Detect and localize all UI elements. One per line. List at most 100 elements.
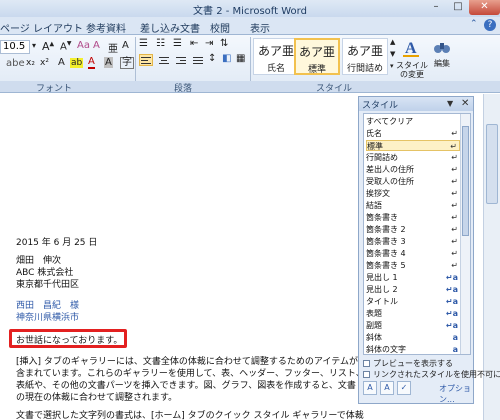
style-list-item-label: タイトル: [366, 297, 398, 306]
edit-button[interactable]: 編集: [434, 58, 450, 69]
style-list-item[interactable]: 結語 ↵: [366, 200, 460, 211]
style-type-icon: ↵a: [445, 309, 458, 318]
strikethrough-icon[interactable]: abe: [6, 58, 25, 69]
style-type-icon: ↵: [451, 189, 458, 198]
style-list-item[interactable]: 斜体 a: [366, 332, 460, 343]
style-list-item[interactable]: 副題 ↵a: [366, 320, 460, 331]
close-icon[interactable]: ✕: [461, 98, 469, 109]
ribbon-minimize-icon[interactable]: ⌃: [470, 19, 478, 29]
style-list-item[interactable]: 箇条書き 4 ↵: [366, 248, 460, 259]
style-type-icon: ↵: [450, 142, 457, 151]
bullets-icon[interactable]: ☰: [139, 38, 148, 49]
linked-label: リンクされたスタイルを使用不可にする: [373, 370, 500, 379]
decrease-indent-icon[interactable]: ⇤: [190, 38, 198, 49]
phonetic-guide-icon[interactable]: Aa: [77, 40, 90, 51]
style-inspector-icon[interactable]: A: [380, 381, 394, 395]
manage-styles-icon[interactable]: ✓: [397, 381, 411, 395]
enclose-char-icon[interactable]: 字: [120, 57, 134, 69]
letter-date: 2015 年 6 月 25 日: [16, 238, 98, 248]
style-list-item-label: 行間詰め: [366, 153, 398, 162]
close-button[interactable]: ✕: [469, 0, 500, 15]
style-list-item[interactable]: 行間詰め ↵: [366, 152, 460, 163]
style-type-icon: ↵: [451, 201, 458, 210]
maximize-button[interactable]: □: [447, 0, 469, 15]
style-list-item[interactable]: 氏名 ↵: [366, 128, 460, 139]
justify-icon[interactable]: [192, 55, 204, 66]
style-list-item[interactable]: 標準 ↵: [366, 140, 460, 151]
pane-menu-icon[interactable]: ▼: [447, 99, 453, 108]
style-list-item-label: 見出し 2: [366, 285, 398, 294]
superscript-icon[interactable]: x²: [40, 58, 49, 68]
char-border-icon[interactable]: A: [122, 40, 129, 51]
char-shading-icon[interactable]: 亜: [108, 40, 118, 55]
shrink-font-icon[interactable]: A▼: [60, 40, 71, 52]
font-size-field[interactable]: 10.5: [0, 40, 30, 54]
style-list-item[interactable]: すべてクリア: [366, 116, 460, 127]
change-styles-icon[interactable]: A: [400, 37, 422, 59]
align-center-icon[interactable]: [158, 55, 170, 66]
align-right-icon[interactable]: [175, 55, 187, 66]
style-list-item[interactable]: 受取人の住所 ↵: [366, 176, 460, 187]
subscript-icon[interactable]: x₂: [26, 58, 35, 68]
style-type-icon: ↵: [451, 249, 458, 258]
font-color-icon[interactable]: A: [88, 57, 95, 69]
tab-references[interactable]: 参考資料: [86, 20, 126, 35]
borders-icon[interactable]: ▦: [236, 53, 245, 64]
style-list-item[interactable]: 箇条書き 2 ↵: [366, 224, 460, 235]
help-icon[interactable]: ?: [484, 19, 496, 31]
linked-checkbox[interactable]: [363, 371, 370, 378]
clear-formatting-icon[interactable]: A: [93, 40, 100, 51]
style-tile-normal[interactable]: あア亜 標準: [294, 38, 340, 75]
numbering-icon[interactable]: ☷: [156, 38, 165, 49]
increase-indent-icon[interactable]: ⇥: [205, 38, 213, 49]
style-list-item[interactable]: 差出人の住所 ↵: [366, 164, 460, 175]
line-spacing-icon[interactable]: ↕: [208, 53, 216, 64]
minimize-button[interactable]: –: [425, 0, 447, 15]
options-link[interactable]: オプション...: [439, 383, 473, 405]
styles-list-scrollbar[interactable]: [460, 114, 470, 354]
styles-list[interactable]: すべてクリア 氏名 ↵ 標準 ↵ 行間詰め ↵ 差出人の住所 ↵ 受取人の住所 ↵ 挨拶文 ↵ 結語 ↵ 箇条…: [363, 113, 471, 355]
binoculars-icon[interactable]: [433, 38, 451, 56]
style-list-item[interactable]: 表題 ↵a: [366, 308, 460, 319]
linked-checkbox-row[interactable]: リンクされたスタイルを使用不可にする: [363, 369, 500, 380]
tab-view[interactable]: 表示: [250, 20, 270, 35]
style-list-item[interactable]: 見出し 1 ↵a: [366, 272, 460, 283]
sort-icon[interactable]: ⇅: [220, 38, 228, 49]
grow-font-icon[interactable]: A▲: [42, 40, 54, 53]
group-label-paragraph: 段落: [174, 84, 193, 94]
style-list-item[interactable]: 箇条書き ↵: [366, 212, 460, 223]
preview-checkbox[interactable]: [363, 360, 370, 367]
style-list-item[interactable]: 挨拶文 ↵: [366, 188, 460, 199]
style-type-icon: ↵a: [445, 273, 458, 282]
style-type-icon: ↵: [451, 225, 458, 234]
new-style-icon[interactable]: A: [363, 381, 377, 395]
scrollbar-thumb[interactable]: [462, 126, 469, 236]
style-tile-name[interactable]: あア亜 氏名: [253, 38, 299, 75]
styles-scroll-down-icon[interactable]: ▼: [390, 50, 395, 58]
group-label-font: フォント: [36, 84, 73, 94]
text-effects-icon[interactable]: A: [58, 57, 65, 68]
style-tile-no-spacing[interactable]: あア亜 行間詰め: [342, 38, 388, 75]
style-type-icon: ↵: [451, 213, 458, 222]
font-size-dropdown-icon[interactable]: ▾: [32, 41, 36, 50]
styles-pane-header[interactable]: スタイル ▼ ✕: [359, 97, 473, 111]
scrollbar-thumb[interactable]: [486, 124, 498, 204]
multilevel-list-icon[interactable]: ☰: [173, 38, 182, 49]
style-list-item-label: 挨拶文: [366, 189, 390, 198]
tab-mailings[interactable]: 差し込み文書: [140, 20, 200, 35]
style-list-item[interactable]: 斜体の文字 a: [366, 344, 460, 354]
style-list-item[interactable]: 箇条書き 3 ↵: [366, 236, 460, 247]
tab-review[interactable]: 校閲: [210, 20, 230, 35]
change-styles-button[interactable]: スタイルの変更: [394, 61, 430, 79]
char-shading-gray-icon[interactable]: A: [104, 57, 113, 68]
style-list-item[interactable]: タイトル ↵a: [366, 296, 460, 307]
shading-icon[interactable]: ◧: [222, 53, 231, 64]
style-list-item[interactable]: 箇条書き 5 ↵: [366, 260, 460, 271]
highlight-icon[interactable]: ab: [70, 58, 84, 68]
styles-scroll-up-icon[interactable]: ▲: [390, 38, 395, 46]
style-list-item-label: すべてクリア: [366, 117, 414, 126]
preview-checkbox-row[interactable]: プレビューを表示する: [363, 358, 453, 369]
styles-more-icon[interactable]: ▾: [390, 62, 394, 70]
style-list-item[interactable]: 見出し 2 ↵a: [366, 284, 460, 295]
tab-page-layout[interactable]: ページ レイアウト: [0, 20, 83, 35]
